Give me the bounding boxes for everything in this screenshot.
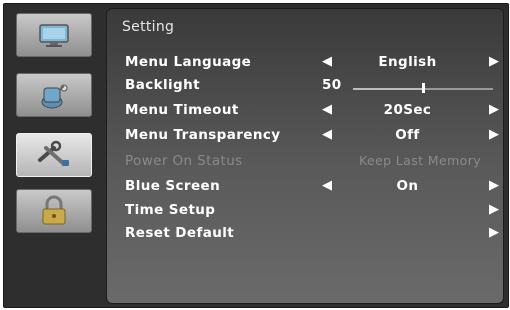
- menu-item-blue-screen[interactable]: Blue Screen ◀ On ▶: [125, 177, 499, 197]
- menu-item-label: Reset Default: [125, 225, 235, 241]
- menu-item-value: 20Sec: [383, 102, 432, 118]
- sidebar-item-lock[interactable]: [16, 189, 92, 233]
- menu-item-value: On: [396, 178, 419, 194]
- menu-item-transparency[interactable]: Menu Transparency ◀ Off ▶: [125, 126, 499, 146]
- setting-panel: Setting Menu Language ◀ English ▶ Backli…: [106, 8, 504, 304]
- speaker-icon: [41, 84, 68, 109]
- sidebar-item-sound[interactable]: [16, 73, 92, 117]
- sidebar-item-picture[interactable]: [16, 13, 92, 57]
- menu-item-label: Menu Timeout: [125, 102, 239, 118]
- slider-thumb[interactable]: [422, 83, 425, 93]
- arrow-right-icon[interactable]: ▶: [489, 178, 499, 193]
- menu-item-label: Power On Status: [125, 153, 243, 169]
- monitor-icon: [39, 24, 69, 47]
- menu-item-reset-default[interactable]: Reset Default ▶: [125, 224, 499, 244]
- backlight-slider[interactable]: [353, 83, 493, 93]
- menu-item-timeout[interactable]: Menu Timeout ◀ 20Sec ▶: [125, 101, 499, 121]
- tools-icon: [38, 140, 69, 166]
- backlight-value: 50: [322, 77, 342, 93]
- menu-item-value: Keep Last Memory: [358, 153, 482, 168]
- menu-item-label: Menu Transparency: [125, 127, 281, 143]
- arrow-right-icon[interactable]: ▶: [489, 225, 499, 240]
- panel-title: Setting: [122, 19, 175, 35]
- menu-item-value: Off: [395, 127, 420, 143]
- menu-item-backlight[interactable]: Backlight 50: [125, 76, 495, 96]
- slider-fill: [353, 88, 423, 90]
- lock-icon: [42, 195, 66, 225]
- arrow-right-icon[interactable]: ▶: [489, 127, 499, 142]
- menu-item-label: Blue Screen: [125, 178, 221, 194]
- arrow-right-icon[interactable]: ▶: [489, 102, 499, 117]
- sidebar-item-setting[interactable]: [16, 133, 92, 177]
- menu-item-value: English: [378, 54, 437, 70]
- menu-item-label: Backlight: [125, 77, 200, 93]
- menu-item-time-setup[interactable]: Time Setup ▶: [125, 201, 499, 221]
- menu-item-label: Time Setup: [125, 202, 216, 218]
- menu-item-label: Menu Language: [125, 54, 252, 70]
- arrow-right-icon[interactable]: ▶: [489, 54, 499, 69]
- sidebar: [3, 3, 103, 306]
- arrow-right-icon[interactable]: ▶: [489, 202, 499, 217]
- menu-item-language[interactable]: Menu Language ◀ English ▶: [125, 53, 499, 73]
- menu-item-power-on-status: Power On Status Keep Last Memory: [125, 152, 495, 172]
